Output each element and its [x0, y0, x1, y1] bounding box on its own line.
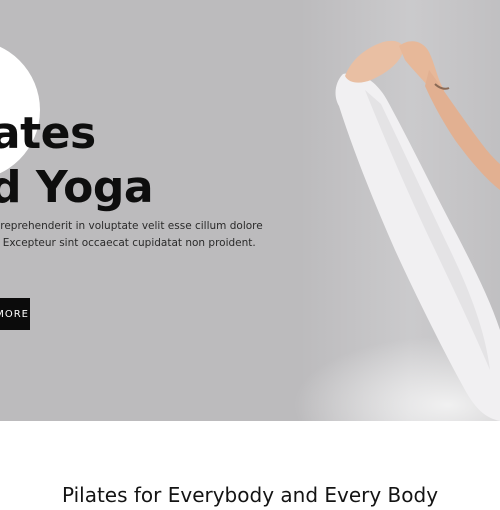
yoga-woman-photo: [335, 40, 500, 421]
hero-description: Duis aute irure dolor in reprehenderit i…: [0, 218, 263, 252]
hero-description-line1: Duis aute irure dolor in reprehenderit i…: [0, 220, 263, 232]
section-title: Pilates for Everybody and Every Body: [61, 483, 439, 507]
arm-shape: [425, 70, 500, 190]
more-button[interactable]: MORE: [0, 298, 30, 330]
hero-title: Pilates and Yoga: [0, 107, 154, 215]
foot-shape: [345, 40, 404, 83]
leg-shape: [335, 73, 500, 421]
hero-title-line2: and Yoga: [0, 162, 154, 213]
hero-title-line1: Pilates: [0, 108, 96, 159]
hero-description-line2: eu fugiat nulla pariatur. Excepteur sint…: [0, 237, 256, 249]
hero-section: Pilates and Yoga Duis aute irure dolor i…: [0, 0, 500, 421]
more-button-label: MORE: [0, 308, 29, 320]
